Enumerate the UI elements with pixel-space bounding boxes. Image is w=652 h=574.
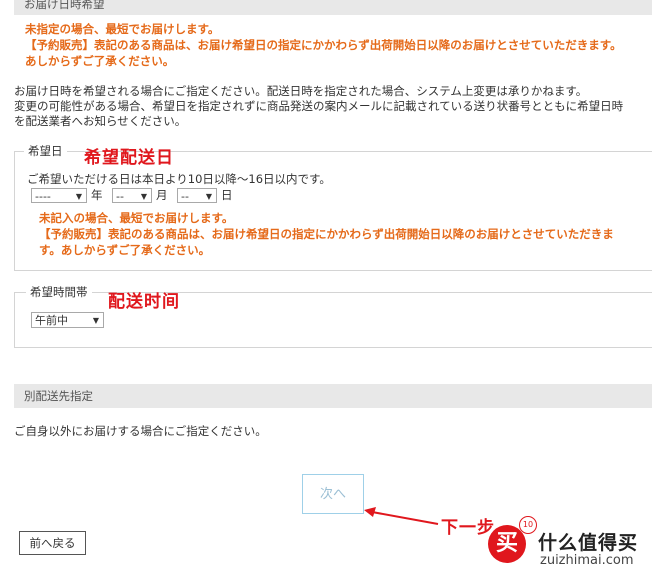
time-annotation: 配送时间 xyxy=(108,292,180,312)
chevron-down-icon: ▼ xyxy=(205,192,212,201)
next-step-annotation: 下一步 xyxy=(441,518,495,538)
watermark-badge-number: 10 xyxy=(519,516,537,534)
date-warning-line2: 【予約販売】表記のある商品は、お届け希望日の指定にかかわらず出荷開始日以降のお届… xyxy=(39,227,614,241)
delivery-info-line2: 変更の可能性がある場合、希望日を指定されずに商品発送の案内メールに記載されている… xyxy=(14,99,624,113)
delivery-info-line3: を配送業者へお知らせください。 xyxy=(14,114,187,128)
date-instructions: ご希望いただける日は本日より10日以降～16日以内です。 xyxy=(27,172,331,186)
delivery-warning-line1: 未指定の場合、最短でお届けします。 xyxy=(25,22,220,36)
alt-address-title: 別配送先指定 xyxy=(24,389,93,403)
prev-button[interactable]: 前へ戻る xyxy=(19,531,86,555)
chevron-down-icon: ▼ xyxy=(140,192,147,201)
delivery-info-line1: お届け日時を希望される場合にご指定ください。配送日時を指定された場合、システム上… xyxy=(14,84,588,98)
day-select[interactable]: -- ▼ xyxy=(177,188,217,203)
month-label: 月 xyxy=(156,188,168,202)
month-select[interactable]: -- ▼ xyxy=(112,188,152,203)
delivery-warning-line3: あしからずご了承ください。 xyxy=(25,54,175,68)
date-annotation: 希望配送日 xyxy=(84,148,174,168)
date-warning: 未記入の場合、最短でお届けします。 【予約販売】表記のある商品は、お届け希望日の… xyxy=(39,210,614,258)
delivery-warning: 未指定の場合、最短でお届けします。 【予約販売】表記のある商品は、お届け希望日の… xyxy=(25,21,622,69)
time-select-value: 午前中 xyxy=(35,314,68,327)
arrow-icon xyxy=(364,507,439,525)
time-legend: 希望時間帯 xyxy=(26,284,92,300)
chevron-down-icon: ▼ xyxy=(92,316,99,325)
day-select-value: -- xyxy=(181,190,189,203)
year-select[interactable]: ---- ▼ xyxy=(31,188,87,203)
alt-address-header: 別配送先指定 xyxy=(14,384,652,408)
watermark-url: zuizhimai.com xyxy=(540,553,634,568)
date-warning-line1: 未記入の場合、最短でお届けします。 xyxy=(39,211,234,225)
delivery-section-title: お届け日時希望 xyxy=(24,0,105,11)
delivery-section-header: お届け日時希望 xyxy=(14,0,652,15)
next-button[interactable]: 次へ xyxy=(302,474,364,514)
time-select[interactable]: 午前中 ▼ xyxy=(31,312,104,328)
alt-address-info: ご自身以外にお届けする場合にご指定ください。 xyxy=(14,424,267,438)
date-legend: 希望日 xyxy=(24,143,67,159)
year-select-value: ---- xyxy=(35,190,51,203)
chevron-down-icon: ▼ xyxy=(75,192,82,201)
day-label: 日 xyxy=(221,188,233,202)
watermark-brand: 什么值得买 xyxy=(538,532,639,554)
delivery-warning-line2: 【予約販売】表記のある商品は、お届け希望日の指定にかかわらず出荷開始日以降のお届… xyxy=(25,38,622,52)
date-warning-line3: す。あしからずご了承ください。 xyxy=(39,243,211,257)
watermark-badge-char: 买 xyxy=(495,531,518,556)
year-label: 年 xyxy=(91,188,103,202)
month-select-value: -- xyxy=(116,190,124,203)
